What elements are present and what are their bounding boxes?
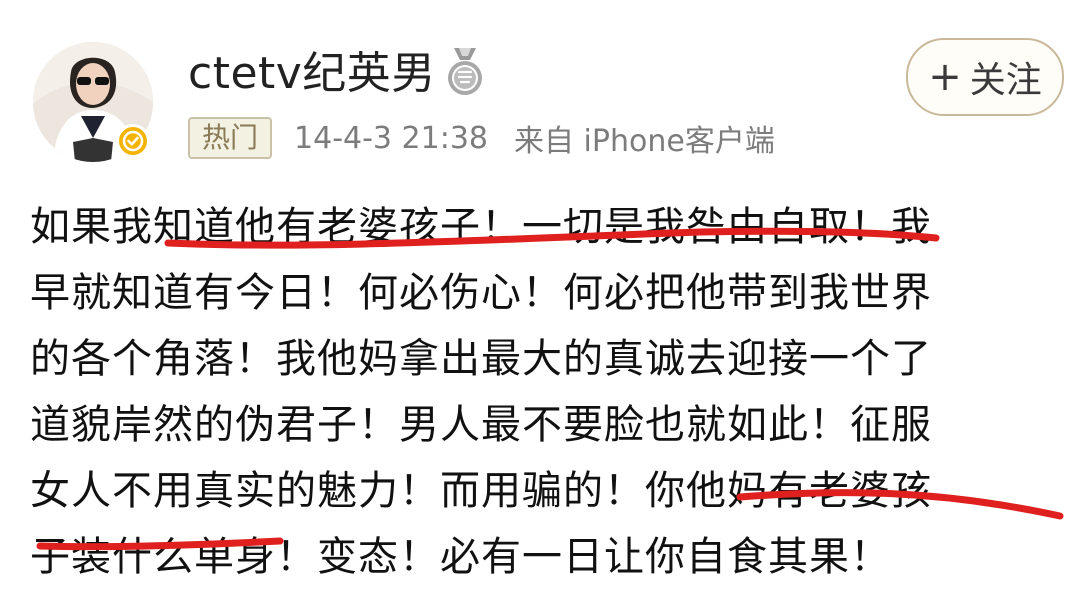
- post-line: 的各个角落！我他妈拿出最大的真诚去迎接一个了: [30, 336, 932, 382]
- medal-icon: [448, 48, 482, 95]
- post-line: 女人不用真实的魅力！而用骗的！你他妈有老婆孩: [30, 468, 932, 514]
- post-line: 如果我知道他有老婆孩子！一切是我咎由自取！我: [30, 204, 932, 250]
- verified-badge-icon: [116, 124, 150, 158]
- follow-label: 关注: [969, 60, 1042, 101]
- post-line: 子装什么单身！变态！必有一日让你自食其果！: [30, 534, 891, 580]
- username[interactable]: ctetv纪英男: [188, 46, 436, 102]
- post-timestamp[interactable]: 14-4-3 21:38: [294, 121, 488, 156]
- plus-icon: +: [928, 54, 962, 100]
- post-meta: 热门 14-4-3 21:38 来自 iPhone客户端: [188, 116, 775, 160]
- hot-badge: 热门: [188, 117, 273, 159]
- follow-button[interactable]: + 关注: [906, 38, 1064, 116]
- post-line: 道貌岸然的伪君子！男人最不要脸也就如此！征服: [30, 402, 932, 448]
- post-source: 来自 iPhone客户端: [514, 124, 775, 159]
- post-body: 如果我知道他有老婆孩子！一切是我咎由自取！我 早就知道有今日！何必伤心！何必把他…: [30, 194, 1060, 590]
- post-line: 早就知道有今日！何必伤心！何必把他带到我世界: [30, 270, 932, 316]
- post-header: ctetv纪英男 + 关注 热门 14-4-3 21:38 来自 iPhone客…: [0, 0, 1080, 185]
